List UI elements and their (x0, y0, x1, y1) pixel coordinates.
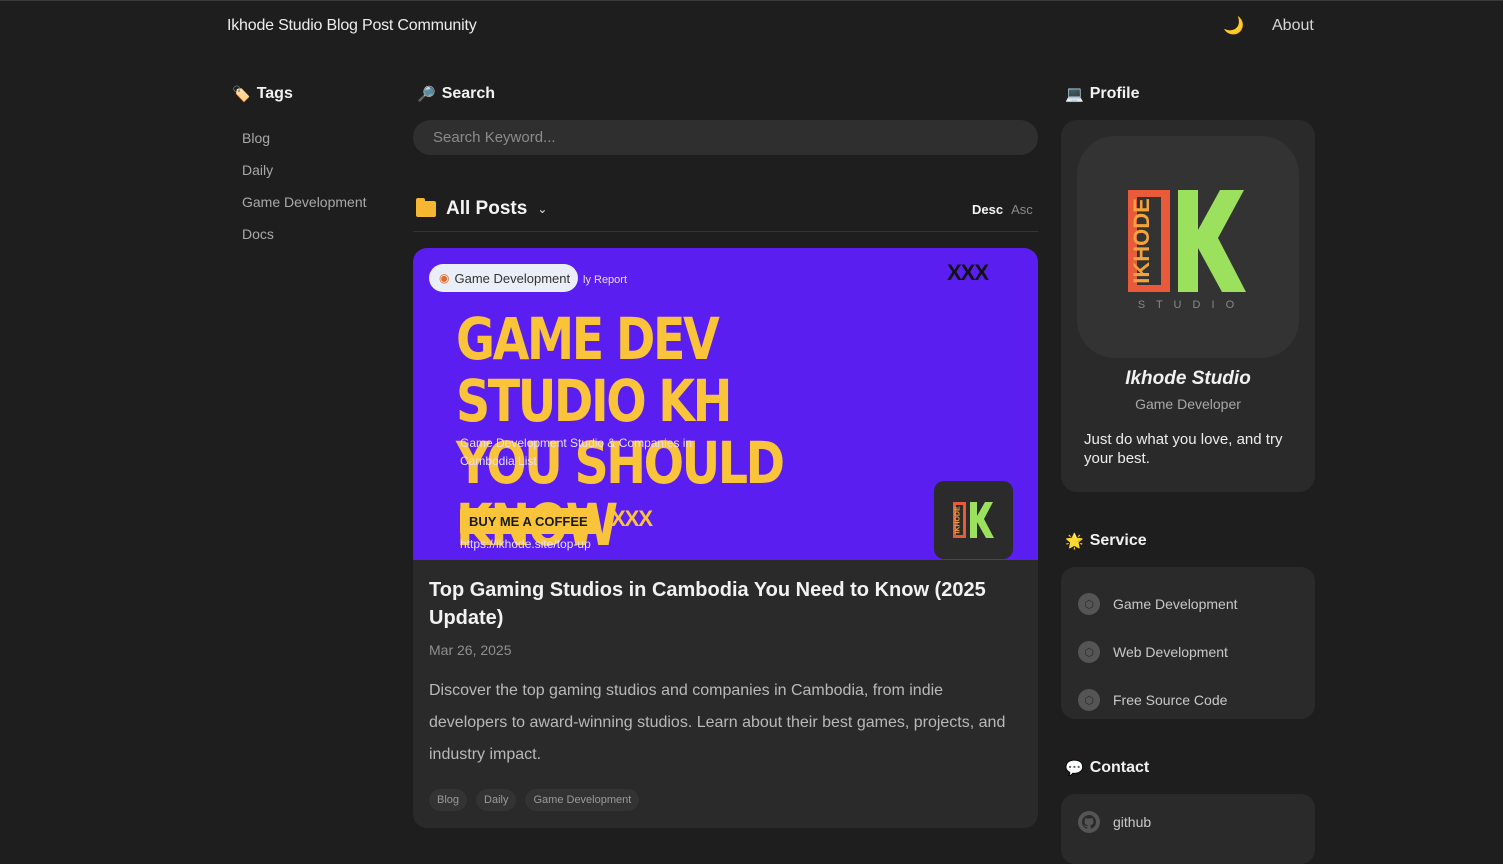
thumb-xxx-decoration-bottom: XXX (611, 506, 653, 531)
about-link[interactable]: About (1272, 17, 1314, 35)
tags-heading: 🏷️ Tags (232, 85, 293, 103)
service-item-free-source-code[interactable]: ⬡ Free Source Code (1061, 676, 1315, 724)
site-title[interactable]: Ikhode Studio Blog Post Community (227, 17, 477, 35)
flame-icon: ◉ (439, 271, 450, 285)
thumb-xxx-decoration: XXX (947, 260, 989, 285)
search-heading: 🔎 Search (417, 85, 495, 103)
avatar: IKHODE S T U D I O (1077, 136, 1299, 358)
cube-icon: ⬡ (1078, 641, 1100, 663)
service-item-game-development[interactable]: ⬡ Game Development (1061, 580, 1315, 628)
post-card[interactable]: ◉ Game Development ly Report XXX GAME DE… (413, 248, 1038, 828)
posts-title: All Posts (446, 198, 528, 219)
service-label: Game Development (1113, 596, 1238, 612)
service-label: Web Development (1113, 644, 1228, 660)
search-title: Search (441, 85, 496, 102)
ikhode-logo-mark: IKHODE (952, 502, 994, 538)
folder-icon (416, 198, 436, 217)
tag-icon: 🏷️ (232, 86, 251, 103)
top-navbar: Ikhode Studio Blog Post Community 🌙 Abou… (0, 0, 1503, 52)
service-label: Free Source Code (1113, 692, 1228, 708)
post-excerpt: Discover the top gaming studios and comp… (429, 682, 1006, 763)
cube-icon: ⬡ (1078, 689, 1100, 711)
moon-icon[interactable]: 🌙 (1222, 14, 1246, 38)
post-title[interactable]: Top Gaming Studios in Cambodia You Need … (429, 576, 1009, 632)
service-item-web-development[interactable]: ⬡ Web Development (1061, 628, 1315, 676)
service-title: Service (1089, 532, 1147, 549)
ikhode-logo-small: IKHODE (934, 481, 1013, 559)
post-tag-chip[interactable]: Daily (476, 789, 517, 811)
contact-item-github[interactable]: github (1078, 811, 1151, 833)
tags-list: Blog Daily Game Development Docs (242, 128, 367, 256)
tag-link-game-development[interactable]: Game Development (242, 192, 367, 224)
cube-icon: ⬡ (1078, 593, 1100, 615)
thumb-subtitle: Game Development Studio & Companies in C… (460, 436, 693, 468)
all-posts-dropdown[interactable]: All Posts ⌄ (416, 198, 547, 220)
tag-link-docs[interactable]: Docs (242, 224, 367, 256)
logo-vertical-text: IKHODE (1129, 198, 1154, 284)
post-date: Mar 26, 2025 (429, 642, 512, 658)
chevron-down-icon: ⌄ (537, 202, 548, 216)
tag-link-blog[interactable]: Blog (242, 128, 367, 160)
laptop-icon: 💻 (1065, 86, 1084, 103)
sort-desc-button[interactable]: Desc (972, 202, 1003, 217)
thumb-report-text: ly Report (583, 274, 628, 286)
category-badge[interactable]: ◉ Game Development (429, 264, 579, 292)
star-icon: 🌟 (1065, 533, 1084, 550)
github-icon (1078, 811, 1100, 833)
magnifier-icon: 🔎 (417, 86, 436, 103)
profile-role: Game Developer (1135, 396, 1241, 412)
post-tag-chip[interactable]: Game Development (525, 789, 640, 811)
profile-heading: 💻 Profile (1065, 85, 1139, 103)
ikhode-logo: IKHODE S T U D I O (1128, 190, 1246, 311)
post-tags: Blog Daily Game Development (429, 789, 640, 811)
tags-title: Tags (256, 85, 293, 102)
sort-toggle: Desc Asc (972, 202, 1033, 217)
profile-card: IKHODE S T U D I O Ikhode Studio Game De… (1061, 120, 1315, 492)
contact-label: github (1113, 814, 1152, 830)
contact-title: Contact (1089, 759, 1150, 776)
divider (413, 231, 1038, 232)
post-tag-chip[interactable]: Blog (429, 789, 468, 811)
category-label: Game Development (454, 270, 571, 286)
post-thumbnail[interactable]: ◉ Game Development ly Report XXX GAME DE… (413, 248, 1038, 560)
contact-heading: 💬 Contact (1065, 759, 1149, 777)
buy-coffee-badge: BUY ME A COFFEE (460, 508, 597, 534)
profile-name: Ikhode Studio (1125, 368, 1251, 389)
speech-bubble-icon: 💬 (1065, 760, 1084, 777)
service-heading: 🌟 Service (1065, 532, 1147, 550)
service-card: ⬡ Game Development ⬡ Web Development ⬡ F… (1061, 567, 1315, 719)
profile-bio: Just do what you love, and try your best… (1084, 431, 1283, 467)
logo-sub-text: S T U D I O (1138, 299, 1238, 311)
search-input[interactable] (413, 120, 1038, 155)
thumb-url: https://ikhode.site/top-up (460, 537, 591, 551)
contact-card: github (1061, 794, 1315, 864)
profile-title: Profile (1089, 85, 1140, 102)
tag-link-daily[interactable]: Daily (242, 160, 367, 192)
svg-text:IKHODE: IKHODE (954, 506, 961, 534)
sort-asc-button[interactable]: Asc (1011, 202, 1033, 217)
